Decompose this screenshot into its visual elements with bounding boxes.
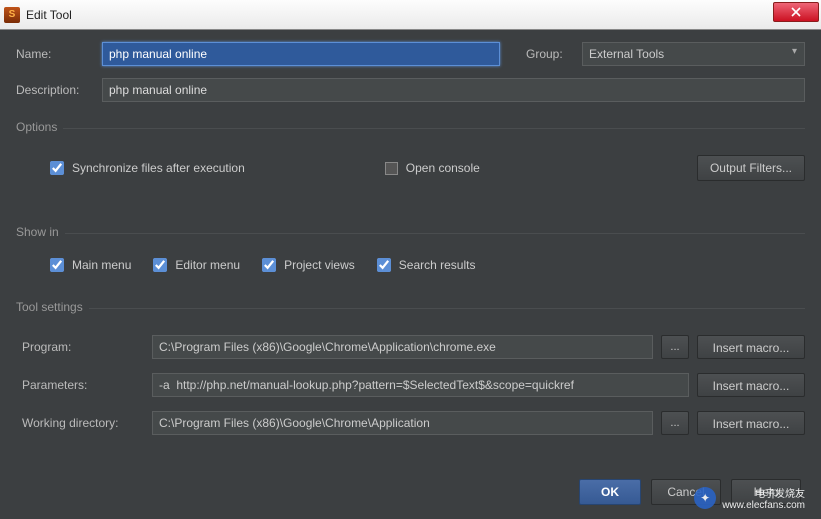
ok-button[interactable]: OK bbox=[579, 479, 641, 505]
program-insert-macro-button[interactable]: Insert macro... bbox=[697, 335, 805, 359]
project-views-checkbox[interactable]: Project views bbox=[262, 258, 355, 272]
description-row: Description: bbox=[16, 78, 805, 102]
name-label: Name: bbox=[16, 47, 94, 61]
working-dir-row: Working directory: ... Insert macro... bbox=[16, 411, 805, 435]
working-dir-input[interactable] bbox=[152, 411, 653, 435]
parameters-row: Parameters: Insert macro... bbox=[16, 373, 805, 397]
dialog-body: Name: Group: External Tools Description:… bbox=[0, 30, 821, 459]
sync-checkbox-input[interactable] bbox=[50, 161, 64, 175]
help-button[interactable]: Help bbox=[731, 479, 801, 505]
window-title: Edit Tool bbox=[26, 8, 72, 22]
close-button[interactable] bbox=[773, 2, 819, 22]
search-results-input[interactable] bbox=[377, 258, 391, 272]
editor-menu-checkbox[interactable]: Editor menu bbox=[153, 258, 240, 272]
project-views-input[interactable] bbox=[262, 258, 276, 272]
tool-settings-region: Program: ... Insert macro... Parameters:… bbox=[16, 319, 805, 435]
search-results-label: Search results bbox=[399, 258, 476, 272]
dialog-button-bar: OK Cancel Help bbox=[579, 479, 801, 505]
group-select[interactable]: External Tools bbox=[582, 42, 805, 66]
working-dir-browse-button[interactable]: ... bbox=[661, 411, 689, 435]
show-in-region: Main menu Editor menu Project views Sear… bbox=[16, 244, 805, 272]
program-row: Program: ... Insert macro... bbox=[16, 335, 805, 359]
app-icon bbox=[4, 7, 20, 23]
project-views-label: Project views bbox=[284, 258, 355, 272]
output-filters-button[interactable]: Output Filters... bbox=[697, 155, 805, 181]
cancel-button[interactable]: Cancel bbox=[651, 479, 721, 505]
program-label: Program: bbox=[16, 340, 144, 354]
program-input[interactable] bbox=[152, 335, 653, 359]
working-dir-insert-macro-button[interactable]: Insert macro... bbox=[697, 411, 805, 435]
open-console-label: Open console bbox=[406, 161, 480, 175]
sync-checkbox[interactable]: Synchronize files after execution bbox=[50, 161, 245, 175]
tool-settings-section-title: Tool settings bbox=[16, 294, 805, 309]
main-menu-checkbox[interactable]: Main menu bbox=[50, 258, 131, 272]
search-results-checkbox[interactable]: Search results bbox=[377, 258, 476, 272]
description-label: Description: bbox=[16, 83, 94, 97]
open-console-checkbox-box[interactable] bbox=[385, 162, 398, 175]
description-input[interactable] bbox=[102, 78, 805, 102]
show-in-section-title: Show in bbox=[16, 219, 805, 234]
group-select-wrap: External Tools bbox=[582, 42, 805, 66]
main-menu-label: Main menu bbox=[72, 258, 131, 272]
titlebar: Edit Tool bbox=[0, 0, 821, 30]
parameters-input[interactable] bbox=[152, 373, 689, 397]
main-menu-input[interactable] bbox=[50, 258, 64, 272]
close-icon bbox=[791, 7, 801, 17]
editor-menu-input[interactable] bbox=[153, 258, 167, 272]
sync-checkbox-label: Synchronize files after execution bbox=[72, 161, 245, 175]
program-browse-button[interactable]: ... bbox=[661, 335, 689, 359]
parameters-label: Parameters: bbox=[16, 378, 144, 392]
parameters-insert-macro-button[interactable]: Insert macro... bbox=[697, 373, 805, 397]
open-console-checkbox[interactable]: Open console bbox=[385, 161, 480, 175]
name-input[interactable] bbox=[102, 42, 500, 66]
editor-menu-label: Editor menu bbox=[175, 258, 240, 272]
options-section-title: Options bbox=[16, 114, 805, 129]
options-region: Synchronize files after execution Open c… bbox=[16, 139, 805, 181]
working-dir-label: Working directory: bbox=[16, 416, 144, 430]
group-label: Group: bbox=[526, 47, 574, 61]
name-row: Name: Group: External Tools bbox=[16, 42, 805, 66]
